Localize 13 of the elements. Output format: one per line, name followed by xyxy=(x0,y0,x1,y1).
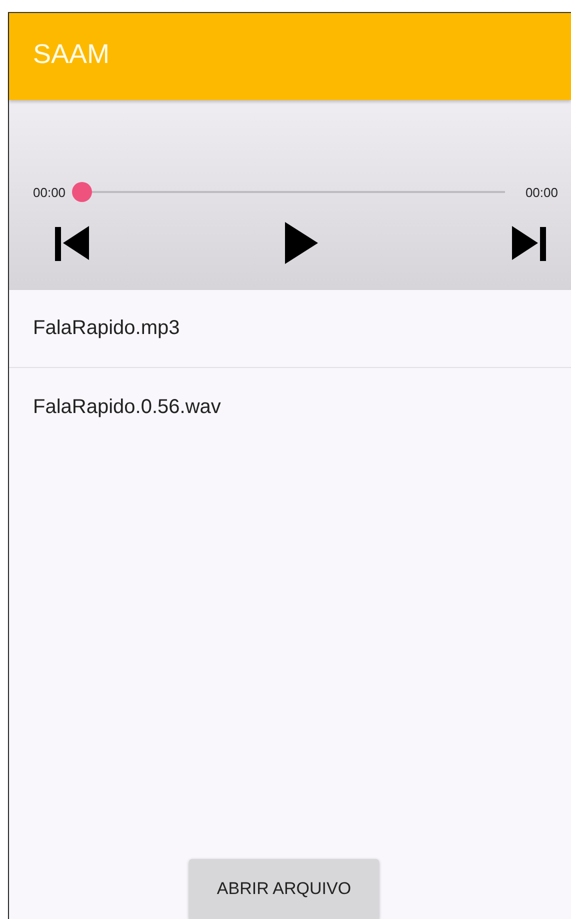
open-file-button[interactable]: ABRIR ARQUIVO xyxy=(189,859,379,919)
file-item[interactable]: FalaRapido.mp3 xyxy=(9,290,571,368)
skip-previous-icon xyxy=(53,225,91,261)
next-button[interactable] xyxy=(510,225,548,261)
elapsed-time: 00:00 xyxy=(33,184,66,200)
duration-time: 00:00 xyxy=(525,184,558,200)
previous-button[interactable] xyxy=(53,225,91,261)
file-item[interactable]: FalaRapido.0.56.wav xyxy=(9,368,571,446)
play-icon xyxy=(284,222,318,264)
skip-next-icon xyxy=(510,225,548,261)
seek-thumb[interactable] xyxy=(72,182,92,202)
play-button[interactable] xyxy=(284,222,318,264)
app-title: SAAM xyxy=(33,39,110,70)
